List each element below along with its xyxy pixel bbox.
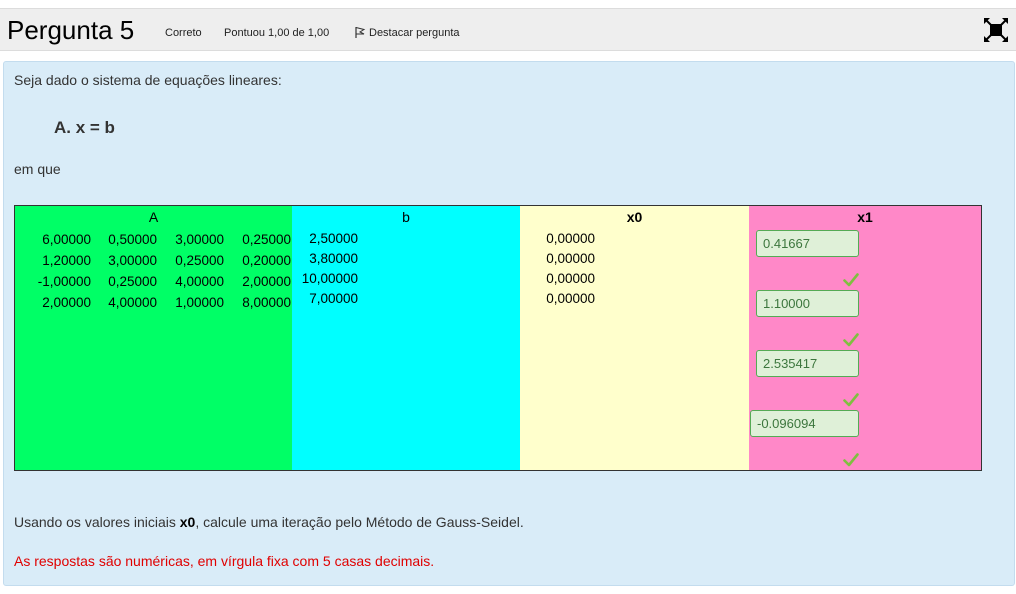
- vector-x1-column: x1 0.41667 1.10000 2.535417 -0.096094: [749, 206, 981, 470]
- question-content: Seja dado o sistema de equações lineares…: [3, 61, 1015, 586]
- matrix-cell: 6,00000: [42, 232, 91, 247]
- vector-b-cell: 7,00000: [309, 291, 358, 306]
- matrix-cell: 3,00000: [175, 232, 224, 247]
- vector-x0-cell: 0,00000: [546, 291, 595, 306]
- flag-question-link[interactable]: Destacar pergunta: [354, 26, 460, 39]
- x1-answer-input-1[interactable]: 0.41667: [756, 230, 859, 257]
- matrix-cell: 4,00000: [108, 295, 157, 310]
- matrix-cell: 2,00000: [242, 274, 291, 289]
- matrix-a-column: A 6,00000 0,50000 3,00000 0,25000 1,2000…: [15, 206, 292, 470]
- header-b: b: [402, 209, 410, 225]
- vector-b-column: b 2,50000 3,80000 10,00000 7,00000: [292, 206, 520, 470]
- matrix-cell: 1,00000: [175, 295, 224, 310]
- matrix-cell: 0,25000: [108, 274, 157, 289]
- vector-x0-cell: 0,00000: [546, 231, 595, 246]
- correct-check-icon: [843, 453, 859, 467]
- correct-check-icon: [843, 393, 859, 407]
- header-a: A: [148, 209, 159, 225]
- equation: A. x = b: [54, 118, 115, 137]
- system-table: A 6,00000 0,50000 3,00000 0,25000 1,2000…: [14, 205, 982, 471]
- em-que-text: em que: [14, 161, 61, 177]
- matrix-cell: 4,00000: [175, 274, 224, 289]
- matrix-row: 2,00000 4,00000 1,00000 8,00000: [15, 295, 292, 315]
- instruction-bold: x0: [179, 514, 196, 530]
- expand-icon[interactable]: [983, 17, 1009, 43]
- intro-text: Seja dado o sistema de equações lineares…: [14, 72, 282, 88]
- instruction-pre: Usando os valores iniciais: [14, 514, 180, 530]
- vector-b-cell: 3,80000: [309, 251, 358, 266]
- matrix-cell: 1,20000: [42, 253, 91, 268]
- question-title: Pergunta 5: [7, 15, 135, 45]
- flag-icon: [355, 27, 366, 38]
- matrix-cell: 0,25000: [175, 253, 224, 268]
- numeric-answer-warning: As respostas são numéricas, em vírgula f…: [14, 553, 435, 569]
- x1-answer-input-4[interactable]: -0.096094: [750, 410, 859, 437]
- header-x0: x0: [626, 209, 643, 225]
- vector-b-cell: 10,00000: [301, 271, 358, 286]
- correct-check-icon: [843, 333, 859, 347]
- matrix-row: 6,00000 0,50000 3,00000 0,25000: [15, 232, 292, 252]
- matrix-cell: 0,25000: [242, 232, 291, 247]
- matrix-cell: -1,00000: [37, 274, 91, 289]
- matrix-cell: 0,20000: [242, 253, 291, 268]
- matrix-cell: 3,00000: [108, 253, 157, 268]
- question-state: Correto: [165, 27, 202, 39]
- instruction-text: Usando os valores iniciais x0, calcule u…: [14, 514, 524, 530]
- correct-check-icon: [843, 273, 859, 287]
- vector-b-cell: 2,50000: [309, 231, 358, 246]
- matrix-row: 1,20000 3,00000 0,25000 0,20000: [15, 253, 292, 273]
- question-header: Pergunta 5 Correto Pontuou 1,00 de 1,00 …: [0, 8, 1016, 51]
- matrix-row: -1,00000 0,25000 4,00000 2,00000: [15, 274, 292, 294]
- x1-answer-input-2[interactable]: 1.10000: [756, 290, 859, 317]
- instruction-post: , calcule uma iteração pelo Método de Ga…: [195, 514, 524, 530]
- vector-x0-cell: 0,00000: [546, 251, 595, 266]
- matrix-cell: 8,00000: [242, 295, 291, 310]
- flag-label: Destacar pergunta: [369, 27, 460, 39]
- matrix-cell: 2,00000: [42, 295, 91, 310]
- vector-x0-column: x0 0,00000 0,00000 0,00000 0,00000: [520, 206, 749, 470]
- header-x1: x1: [857, 209, 873, 225]
- question-grade: Pontuou 1,00 de 1,00: [224, 27, 330, 39]
- matrix-cell: 0,50000: [108, 232, 157, 247]
- x1-answer-input-3[interactable]: 2.535417: [756, 350, 859, 377]
- vector-x0-cell: 0,00000: [546, 271, 595, 286]
